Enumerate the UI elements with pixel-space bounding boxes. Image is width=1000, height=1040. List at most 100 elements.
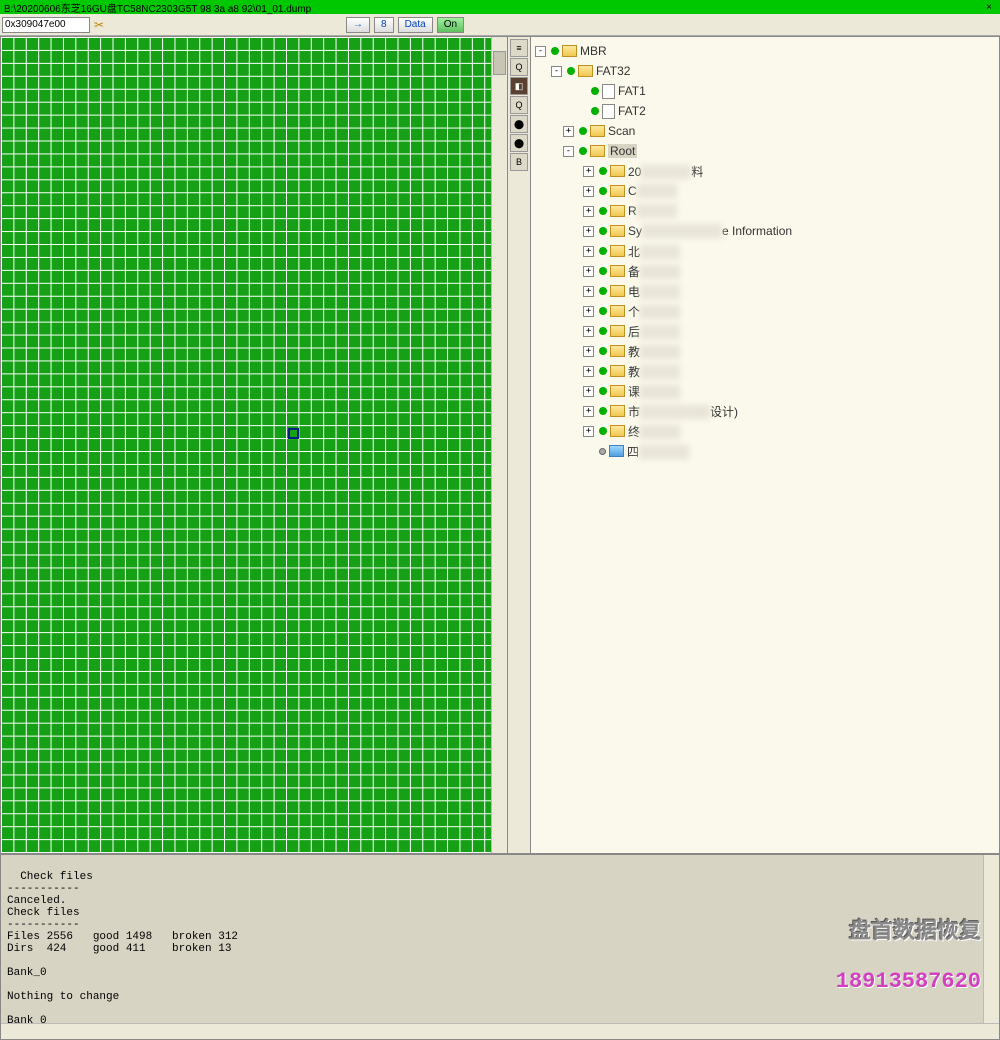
tree-node[interactable]: -Root [533,141,997,161]
arrow-button[interactable]: → [346,17,370,33]
folder-icon [610,425,625,437]
tree-node[interactable]: + 后xxxx [533,321,997,341]
folder-icon [610,245,625,257]
node-label: 电xxxx [628,283,680,300]
console-hscroll[interactable] [1,1023,999,1039]
tree-node[interactable]: +终xxxx [533,421,997,441]
on-button[interactable]: On [437,17,464,33]
expand-icon[interactable]: + [583,166,594,177]
address-input[interactable] [2,17,90,33]
watermark: 盘首数据恢复 18913587620 [836,889,981,1018]
expand-icon[interactable]: + [583,286,594,297]
block-grid[interactable] [1,37,507,853]
collapse-icon[interactable]: - [551,66,562,77]
node-label: Cxxxx [628,184,677,198]
tool-view-icon[interactable]: ◧ [510,77,528,95]
title-bar: B:\20200606东芝16GU盘TC58NC2303G5T 98 3a a8… [0,0,1000,14]
folder-icon [610,365,625,377]
tool-search2-icon[interactable]: Q [510,96,528,114]
node-label: Scan [608,124,635,138]
watermark-text: 盘首数据恢复 [836,913,981,945]
folder-icon [590,125,605,137]
expand-icon[interactable]: + [583,346,594,357]
tree-node[interactable]: FAT1 [533,81,997,101]
tool-menu-icon[interactable]: ≡ [510,39,528,57]
expand-icon[interactable]: + [583,426,594,437]
tree-node[interactable]: +Syxxxxe Information [533,221,997,241]
console-text: Check files ----------- Canceled. Check … [7,871,238,1027]
tree-node[interactable]: - FAT32 [533,61,997,81]
tree-node[interactable]: +市xxxx设计) [533,401,997,421]
node-label: 后xxxx [628,323,680,340]
folder-icon [610,205,625,217]
tree-node[interactable]: 四xxxx [533,441,997,461]
toolbar: ✂ → 8 Data On [0,14,1000,36]
tree-node[interactable]: +个xxxx [533,301,997,321]
window-title: B:\20200606东芝16GU盘TC58NC2303G5T 98 3a a8… [4,0,982,15]
close-icon[interactable]: × [982,2,996,13]
folder-icon [610,285,625,297]
console-pane: Check files ----------- Canceled. Check … [0,854,1000,1040]
file-icon [602,84,615,99]
expand-icon[interactable]: + [583,366,594,377]
status-dot [591,107,599,115]
tree-node[interactable]: +20xxxx料 [533,161,997,181]
folder-icon [610,405,625,417]
status-dot [551,47,559,55]
tree-node[interactable]: +教xxxx [533,341,997,361]
status-dot [599,227,607,235]
folder-icon [590,145,605,157]
node-label: Rxxxx [628,204,677,218]
tree-node[interactable]: +教xxxx [533,361,997,381]
zoom-button[interactable]: 8 [374,17,394,33]
data-button[interactable]: Data [398,17,433,33]
folder-icon [610,345,625,357]
tool-mark-icon[interactable]: ⬤ [510,115,528,133]
expand-icon[interactable]: + [583,186,594,197]
expand-icon[interactable]: + [583,406,594,417]
tool-search-icon[interactable]: Q [510,58,528,76]
tree-pane: -MBR-FAT32FAT1FAT2+Scan-Root+20xxxx料+Cxx… [530,36,1000,854]
tree-node[interactable]: + Cxxxx [533,181,997,201]
collapse-icon[interactable]: - [535,46,546,57]
expand-icon[interactable]: + [583,266,594,277]
file-icon [602,104,615,119]
folder-icon [610,225,625,237]
tool-b-icon[interactable]: B [510,153,528,171]
cut-icon[interactable]: ✂ [94,18,108,32]
folder-icon [562,45,577,57]
expand-icon[interactable]: + [583,226,594,237]
tree-node[interactable]: -MBR [533,41,997,61]
tree-node[interactable]: +备xxxx [533,261,997,281]
vertical-scrollbar[interactable] [491,37,507,853]
console-vscroll[interactable] [983,855,999,1023]
expand-icon[interactable]: + [583,206,594,217]
tree-node[interactable]: + Rxxxx [533,201,997,221]
collapse-icon[interactable]: - [563,146,574,157]
tree-node[interactable]: + 北xxxx [533,241,997,261]
status-dot [579,127,587,135]
status-dot [599,267,607,275]
tree-node[interactable]: + Scan [533,121,997,141]
node-label: FAT2 [618,104,646,118]
status-dot [599,207,607,215]
status-dot [567,67,575,75]
status-dot [599,327,607,335]
node-label: 北xxxx [628,243,680,260]
tool-mark2-icon[interactable]: ⬤ [510,134,528,152]
node-label: FAT32 [596,64,630,78]
expand-icon[interactable]: + [583,246,594,257]
side-toolbar: ≡ Q ◧ Q ⬤ ⬤ B [508,36,530,854]
expand-icon[interactable]: + [583,306,594,317]
expand-icon[interactable]: + [583,386,594,397]
grid-cursor [288,428,299,439]
expand-icon[interactable]: + [583,326,594,337]
tree-node[interactable]: + 电xxxx [533,281,997,301]
folder-icon [610,385,625,397]
status-dot [599,247,607,255]
tree-node[interactable]: FAT2 [533,101,997,121]
tree-node[interactable]: +课xxxx [533,381,997,401]
status-dot [599,287,607,295]
status-dot [599,448,606,455]
expand-icon[interactable]: + [563,126,574,137]
